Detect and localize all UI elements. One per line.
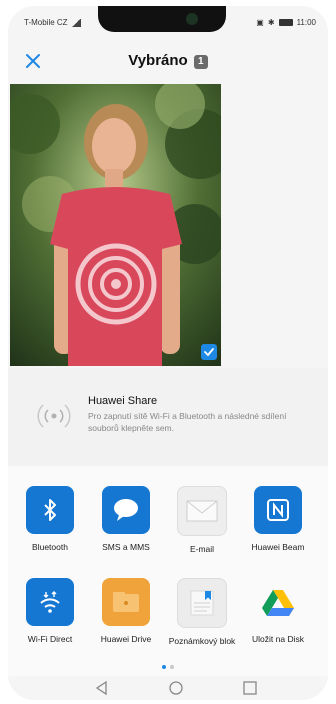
status-icons: ▣ ✱ 11:00 <box>256 18 316 27</box>
share-target-label: Uložit na Disk <box>252 634 304 644</box>
page-title: Vybráno 1 <box>8 52 328 69</box>
share-target-sms[interactable]: SMS a MMS <box>88 486 164 552</box>
share-target-label: Poznámkový blok <box>168 636 236 646</box>
share-target-label: Wi-Fi Direct <box>27 634 73 644</box>
share-target-bluetooth[interactable]: Bluetooth <box>12 486 88 552</box>
nfc-icon <box>254 486 302 534</box>
selected-photo[interactable] <box>10 84 221 366</box>
selected-count-badge: 1 <box>193 55 208 69</box>
share-target-notepad[interactable]: Poznámkový blok <box>164 578 240 646</box>
share-target-huawei-drive[interactable]: Huawei Drive <box>88 578 164 644</box>
recents-square-icon <box>243 681 257 695</box>
share-target-wifi-direct[interactable]: Wi-Fi Direct <box>12 578 88 644</box>
share-target-label: Bluetooth <box>32 542 68 552</box>
clock: 11:00 <box>296 18 316 27</box>
share-target-email[interactable]: E-mail <box>164 486 240 554</box>
carrier: T-Mobile CZ <box>24 18 81 27</box>
nfc-status-icon: ▣ <box>256 18 264 27</box>
share-target-label: Huawei Beam <box>251 542 305 552</box>
carrier-label: T-Mobile CZ <box>24 18 68 27</box>
photo-image <box>10 84 221 366</box>
front-camera-icon <box>186 13 198 25</box>
share-target-label: Huawei Drive <box>100 634 152 644</box>
page-title-label: Vybráno <box>128 52 188 69</box>
google-drive-icon <box>254 578 302 626</box>
share-target-google-drive[interactable]: Uložit na Disk <box>240 578 316 644</box>
header: Vybráno 1 <box>8 44 328 78</box>
back-triangle-icon <box>95 680 107 696</box>
checkmark-icon <box>204 348 214 357</box>
camera-notch <box>98 6 226 32</box>
battery-icon <box>278 19 293 26</box>
share-targets-grid: Bluetooth SMS a MMS E-mail Huawei Beam W… <box>8 466 328 676</box>
photo-selected-checkbox[interactable] <box>201 344 217 360</box>
huawei-share-title: Huawei Share <box>88 395 158 407</box>
bluetooth-icon <box>26 486 74 534</box>
page-dot-active[interactable] <box>162 665 166 669</box>
share-target-huawei-beam[interactable]: Huawei Beam <box>240 486 316 552</box>
phone-screen: T-Mobile CZ ▣ ✱ 11:00 Vybráno 1 Huawei S… <box>8 6 328 700</box>
notepad-icon <box>177 578 227 628</box>
home-button[interactable] <box>166 678 186 698</box>
bluetooth-status-icon: ✱ <box>267 18 275 27</box>
wifi-direct-icon <box>26 578 74 626</box>
page-indicator <box>8 665 328 669</box>
recents-button[interactable] <box>240 678 260 698</box>
share-target-label: E-mail <box>189 544 215 554</box>
message-icon <box>102 486 150 534</box>
home-circle-icon <box>169 681 183 695</box>
share-target-label: SMS a MMS <box>102 542 150 552</box>
navigation-bar <box>8 676 328 700</box>
huawei-share-icon <box>37 404 71 428</box>
signal-icon <box>70 18 81 27</box>
page-dot[interactable] <box>170 665 174 669</box>
envelope-icon <box>177 486 227 536</box>
huawei-share-description: Pro zapnutí sítě Wi-Fi a Bluetooth a nás… <box>88 411 287 433</box>
status-bar: T-Mobile CZ ▣ ✱ 11:00 <box>8 6 328 40</box>
drive-folder-icon <box>102 578 150 626</box>
back-button[interactable] <box>92 678 112 698</box>
huawei-share-card[interactable]: Huawei Share Pro zapnutí sítě Wi-Fi a Bl… <box>8 368 328 466</box>
